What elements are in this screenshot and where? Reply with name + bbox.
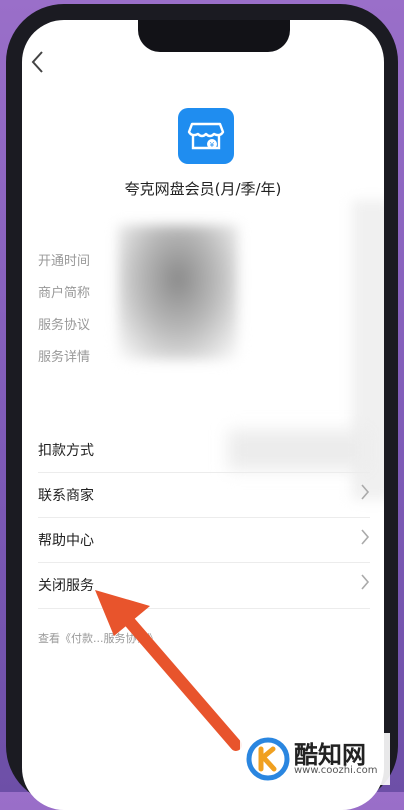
coozhi-logo-icon — [246, 737, 290, 781]
watermark: 酷知网 www.coozhi.com — [240, 733, 390, 785]
watermark-url: www.coozhi.com — [294, 765, 378, 776]
annotation-arrow — [95, 590, 242, 751]
